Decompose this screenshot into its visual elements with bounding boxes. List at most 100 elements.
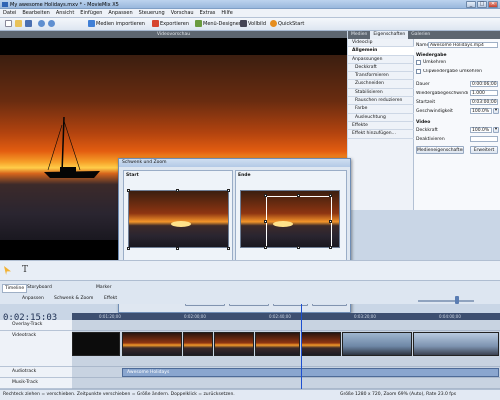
window-title: My awesome Holidays.mxv * - MovieMix X5 xyxy=(10,2,119,8)
start-handle-br[interactable] xyxy=(227,247,230,250)
end-crop-rect[interactable] xyxy=(266,196,332,247)
overlay-lane[interactable] xyxy=(72,320,500,331)
track-header-music[interactable]: Musik-Track xyxy=(0,378,72,389)
advanced-button[interactable]: Erweitert xyxy=(470,146,498,154)
import-icon xyxy=(88,20,95,27)
sailboat-silhouette xyxy=(44,116,100,178)
export-button[interactable]: Exportieren xyxy=(150,20,191,29)
track-header-video[interactable]: Videotrack xyxy=(0,331,72,367)
tab-storyboard[interactable]: Storyboard xyxy=(27,285,52,290)
audio-clip[interactable]: Awesome Holidays xyxy=(122,368,499,377)
end-handle-tr[interactable] xyxy=(329,194,332,197)
fullscreen-button[interactable]: Vollbild xyxy=(238,20,268,29)
start-handle-tr[interactable] xyxy=(227,189,230,192)
menu-file[interactable]: Datei xyxy=(0,9,19,17)
tab-galleries[interactable]: Galerien xyxy=(408,31,433,39)
tab-properties[interactable]: Eigenschaften xyxy=(370,31,409,39)
nav-noise-reduction[interactable]: Rauschen reduzieren xyxy=(348,97,414,106)
minimize-button[interactable]: _ xyxy=(466,1,476,8)
nav-general[interactable]: Allgemein xyxy=(348,47,414,56)
clip-thumb-4[interactable] xyxy=(214,332,254,356)
start-handle-t[interactable] xyxy=(176,189,179,192)
track-header-overlay[interactable]: Overlay-Track xyxy=(0,320,72,331)
menu-help[interactable]: Hilfe xyxy=(218,9,235,17)
quickstart-label: QuickStart xyxy=(278,21,305,27)
menu-view[interactable]: Ansicht xyxy=(53,9,77,17)
pan-zoom-button[interactable]: Schwenk & Zoom xyxy=(54,296,93,301)
reverse-tempo-checkbox[interactable] xyxy=(416,69,421,74)
text-tool-icon[interactable]: T xyxy=(22,265,28,275)
end-handle-tl[interactable] xyxy=(264,194,267,197)
speed-pct-spinner[interactable]: ▾ xyxy=(493,108,499,114)
end-frame[interactable] xyxy=(240,190,340,248)
clip-thumb-6[interactable] xyxy=(301,332,341,356)
end-handle-br[interactable] xyxy=(329,246,332,249)
end-handle-b[interactable] xyxy=(297,246,300,249)
clip-thumb-2[interactable] xyxy=(122,332,182,356)
media-properties-button[interactable]: Medieneigenschaften xyxy=(416,146,464,154)
adjust-button[interactable]: Anpassen xyxy=(22,296,44,301)
zoom-slider-thumb[interactable] xyxy=(455,296,459,304)
menu-edit[interactable]: Bearbeiten xyxy=(19,9,52,17)
nav-adjustments[interactable]: Anpassungen xyxy=(348,56,414,64)
nav-add-effect[interactable]: Effekt hinzufügen... xyxy=(348,130,414,139)
nav-crop[interactable]: Zuschneiden xyxy=(348,80,414,89)
menu-preview[interactable]: Vorschau xyxy=(168,9,197,17)
tab-media[interactable]: Medien xyxy=(348,31,370,39)
quickstart-button[interactable]: QuickStart xyxy=(268,20,306,29)
end-handle-t[interactable] xyxy=(297,194,300,197)
deinterlace-dropdown[interactable] xyxy=(470,136,498,142)
menu-designer-button[interactable]: Menü-Designer xyxy=(193,20,243,29)
opacity-spinner[interactable]: ▾ xyxy=(493,127,499,133)
zoom-slider-track[interactable] xyxy=(418,300,474,302)
track-header-audio[interactable]: Audiotrack xyxy=(0,367,72,378)
start-frame[interactable] xyxy=(128,190,229,248)
save-button[interactable] xyxy=(23,20,35,29)
end-handle-bl[interactable] xyxy=(264,246,267,249)
maximize-button[interactable]: □ xyxy=(477,1,487,8)
clip-thumb-1[interactable] xyxy=(72,332,120,356)
name-field[interactable]: Awesome Holidays.mp4 xyxy=(428,42,498,48)
end-handle-r[interactable] xyxy=(329,220,332,223)
timeline-ruler[interactable]: 0:01:20;00 0:02:00;00 0:02:40;00 0:03:20… xyxy=(72,313,500,320)
menu-extras[interactable]: Extras xyxy=(197,9,219,17)
pointer-icon[interactable] xyxy=(4,266,11,275)
preview-tools-bar: T xyxy=(0,260,500,280)
nav-opacity[interactable]: Deckkraft xyxy=(348,64,414,73)
start-handle-b[interactable] xyxy=(176,247,179,250)
marker-button[interactable]: Marker xyxy=(96,285,112,290)
reverse-checkbox[interactable] xyxy=(416,60,421,65)
close-button[interactable]: ✕ xyxy=(488,1,498,8)
clip-thumb-8[interactable] xyxy=(413,332,499,356)
menu-insert[interactable]: Einfügen xyxy=(77,9,105,17)
nav-color[interactable]: Farbe xyxy=(348,105,414,114)
end-handle-l[interactable] xyxy=(264,220,267,223)
start-handle-bl[interactable] xyxy=(127,247,130,250)
opacity-field[interactable]: 100.0% xyxy=(470,127,492,133)
clip-thumb-3[interactable] xyxy=(183,332,213,356)
clip-thumb-5[interactable] xyxy=(255,332,300,356)
audio-lane[interactable]: Awesome Holidays xyxy=(72,367,500,378)
start-handle-tl[interactable] xyxy=(127,189,130,192)
title-bar: My awesome Holidays.mxv * - MovieMix X5 … xyxy=(0,0,500,9)
menu-adjust[interactable]: Anpassen xyxy=(105,9,135,17)
import-media-button[interactable]: Medien importieren xyxy=(86,20,147,29)
nav-effects[interactable]: Effekte xyxy=(348,122,414,131)
redo-button[interactable] xyxy=(46,20,58,29)
menu-control[interactable]: Steuerung xyxy=(136,9,168,17)
video-lane[interactable] xyxy=(72,331,500,367)
speed-pct-field[interactable]: 100.0% xyxy=(470,108,492,114)
effect-button[interactable]: Effekt xyxy=(104,296,117,301)
playhead[interactable] xyxy=(301,304,302,389)
start-time-field[interactable]: 0:03:00;00 xyxy=(470,99,498,105)
nav-stabilize[interactable]: Stabilisieren xyxy=(348,89,414,98)
speed-field[interactable]: 1.000 xyxy=(470,90,498,96)
nav-lighting[interactable]: Ausleuchtung xyxy=(348,114,414,122)
music-lane[interactable] xyxy=(72,378,500,389)
nav-videoclip[interactable]: Videoclip xyxy=(348,39,414,48)
nav-transform[interactable]: Transformieren xyxy=(348,72,414,81)
app-icon xyxy=(2,2,8,7)
clip-thumb-7[interactable] xyxy=(342,332,412,356)
duration-field[interactable]: 0:00:06;00 xyxy=(470,81,498,87)
tab-timeline[interactable]: Timeline xyxy=(2,284,28,293)
